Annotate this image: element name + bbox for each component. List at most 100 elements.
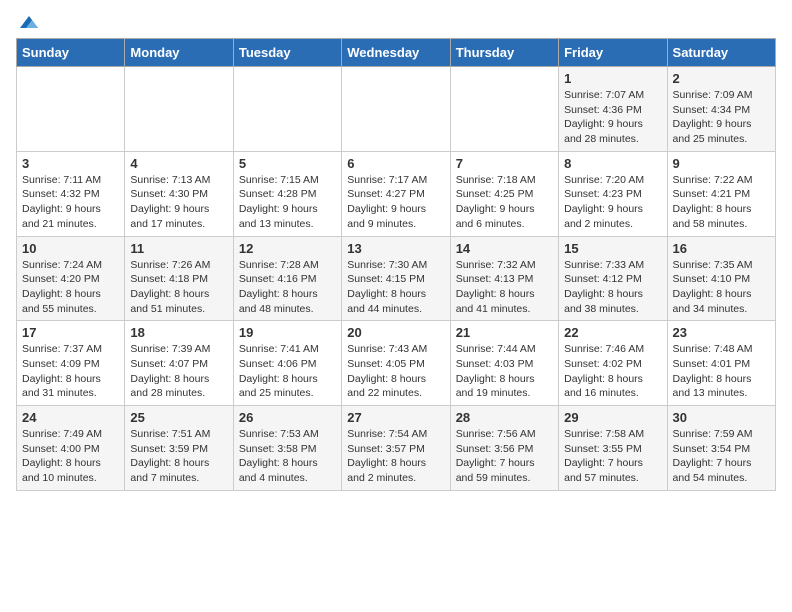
header-friday: Friday [559,39,667,67]
calendar-cell: 8 Sunrise: 7:20 AM Sunset: 4:23 PM Daylig… [559,151,667,236]
day-number: 3 [22,156,119,171]
day-info: Sunrise: 7:17 AM Sunset: 4:27 PM Dayligh… [347,173,444,232]
calendar-week-row: 24 Sunrise: 7:49 AM Sunset: 4:00 PM Dayli… [17,406,776,491]
day-info: Sunrise: 7:15 AM Sunset: 4:28 PM Dayligh… [239,173,336,232]
header [16,16,776,30]
logo [16,16,40,30]
calendar-week-row: 10Sunrise: 7:24 AM Sunset: 4:20 PM Dayli… [17,236,776,321]
day-info: Sunrise: 7:33 AM Sunset: 4:12 PM Dayligh… [564,258,661,317]
header-sunday: Sunday [17,39,125,67]
calendar-cell: 11 Sunrise: 7:26 AM Sunset: 4:18 PM Dayli… [125,236,233,321]
day-info: Sunrise: 7:39 AM Sunset: 4:07 PM Dayligh… [130,342,227,401]
day-info: Sunrise: 7:41 AM Sunset: 4:06 PM Dayligh… [239,342,336,401]
day-number: 13 [347,241,444,256]
calendar-cell: 23 Sunrise: 7:48 AM Sunset: 4:01 PM Dayli… [667,321,775,406]
header-saturday: Saturday [667,39,775,67]
calendar-cell: 28Sunrise: 7:56 AM Sunset: 3:56 PM Dayli… [450,406,558,491]
day-info: Sunrise: 7:28 AM Sunset: 4:16 PM Dayligh… [239,258,336,317]
calendar-week-row: 1 Sunrise: 7:07 AM Sunset: 4:36 PM Daylig… [17,67,776,152]
calendar-cell: 17Sunrise: 7:37 AM Sunset: 4:09 PM Dayli… [17,321,125,406]
day-number: 8 [564,156,661,171]
calendar-cell: 6 Sunrise: 7:17 AM Sunset: 4:27 PM Daylig… [342,151,450,236]
calendar-cell: 20 Sunrise: 7:43 AM Sunset: 4:05 PM Dayli… [342,321,450,406]
day-info: Sunrise: 7:07 AM Sunset: 4:36 PM Dayligh… [564,88,661,147]
day-number: 15 [564,241,661,256]
day-number: 25 [130,410,227,425]
day-info: Sunrise: 7:46 AM Sunset: 4:02 PM Dayligh… [564,342,661,401]
day-info: Sunrise: 7:32 AM Sunset: 4:13 PM Dayligh… [456,258,553,317]
calendar-cell: 10Sunrise: 7:24 AM Sunset: 4:20 PM Dayli… [17,236,125,321]
day-number: 27 [347,410,444,425]
day-number: 18 [130,325,227,340]
day-info: Sunrise: 7:51 AM Sunset: 3:59 PM Dayligh… [130,427,227,486]
calendar-cell: 4 Sunrise: 7:13 AM Sunset: 4:30 PM Daylig… [125,151,233,236]
calendar-week-row: 3 Sunrise: 7:11 AM Sunset: 4:32 PM Daylig… [17,151,776,236]
day-number: 4 [130,156,227,171]
header-wednesday: Wednesday [342,39,450,67]
calendar-cell: 21 Sunrise: 7:44 AM Sunset: 4:03 PM Dayli… [450,321,558,406]
day-number: 20 [347,325,444,340]
day-number: 1 [564,71,661,86]
day-number: 23 [673,325,770,340]
day-info: Sunrise: 7:13 AM Sunset: 4:30 PM Dayligh… [130,173,227,232]
day-number: 29 [564,410,661,425]
calendar-cell: 13 Sunrise: 7:30 AM Sunset: 4:15 PM Dayli… [342,236,450,321]
day-number: 22 [564,325,661,340]
calendar-cell: 27 Sunrise: 7:54 AM Sunset: 3:57 PM Dayli… [342,406,450,491]
calendar-cell: 7 Sunrise: 7:18 AM Sunset: 4:25 PM Daylig… [450,151,558,236]
calendar-cell [342,67,450,152]
header-tuesday: Tuesday [233,39,341,67]
calendar-cell: 30 Sunrise: 7:59 AM Sunset: 3:54 PM Dayli… [667,406,775,491]
calendar-cell: 18 Sunrise: 7:39 AM Sunset: 4:07 PM Dayli… [125,321,233,406]
calendar-cell: 2 Sunrise: 7:09 AM Sunset: 4:34 PM Daylig… [667,67,775,152]
day-info: Sunrise: 7:37 AM Sunset: 4:09 PM Dayligh… [22,342,119,401]
day-number: 6 [347,156,444,171]
calendar-cell [233,67,341,152]
calendar-week-row: 17Sunrise: 7:37 AM Sunset: 4:09 PM Dayli… [17,321,776,406]
calendar-cell: 9 Sunrise: 7:22 AM Sunset: 4:21 PM Daylig… [667,151,775,236]
day-info: Sunrise: 7:11 AM Sunset: 4:32 PM Dayligh… [22,173,119,232]
calendar-cell: 3 Sunrise: 7:11 AM Sunset: 4:32 PM Daylig… [17,151,125,236]
header-monday: Monday [125,39,233,67]
calendar-cell: 29 Sunrise: 7:58 AM Sunset: 3:55 PM Dayli… [559,406,667,491]
calendar-cell: 19 Sunrise: 7:41 AM Sunset: 4:06 PM Dayli… [233,321,341,406]
day-number: 9 [673,156,770,171]
header-thursday: Thursday [450,39,558,67]
calendar-cell [450,67,558,152]
day-number: 2 [673,71,770,86]
calendar-cell: 5 Sunrise: 7:15 AM Sunset: 4:28 PM Daylig… [233,151,341,236]
calendar-cell: 22 Sunrise: 7:46 AM Sunset: 4:02 PM Dayli… [559,321,667,406]
day-info: Sunrise: 7:58 AM Sunset: 3:55 PM Dayligh… [564,427,661,486]
day-info: Sunrise: 7:20 AM Sunset: 4:23 PM Dayligh… [564,173,661,232]
day-info: Sunrise: 7:54 AM Sunset: 3:57 PM Dayligh… [347,427,444,486]
day-info: Sunrise: 7:35 AM Sunset: 4:10 PM Dayligh… [673,258,770,317]
day-number: 12 [239,241,336,256]
day-info: Sunrise: 7:26 AM Sunset: 4:18 PM Dayligh… [130,258,227,317]
day-info: Sunrise: 7:43 AM Sunset: 4:05 PM Dayligh… [347,342,444,401]
calendar-table: SundayMondayTuesdayWednesdayThursdayFrid… [16,38,776,491]
day-info: Sunrise: 7:56 AM Sunset: 3:56 PM Dayligh… [456,427,553,486]
day-number: 5 [239,156,336,171]
day-number: 30 [673,410,770,425]
day-number: 11 [130,241,227,256]
day-info: Sunrise: 7:49 AM Sunset: 4:00 PM Dayligh… [22,427,119,486]
day-number: 7 [456,156,553,171]
calendar-cell: 15 Sunrise: 7:33 AM Sunset: 4:12 PM Dayli… [559,236,667,321]
calendar-cell [125,67,233,152]
day-number: 24 [22,410,119,425]
day-info: Sunrise: 7:22 AM Sunset: 4:21 PM Dayligh… [673,173,770,232]
calendar-cell: 1 Sunrise: 7:07 AM Sunset: 4:36 PM Daylig… [559,67,667,152]
calendar-cell: 14 Sunrise: 7:32 AM Sunset: 4:13 PM Dayli… [450,236,558,321]
day-number: 21 [456,325,553,340]
day-info: Sunrise: 7:53 AM Sunset: 3:58 PM Dayligh… [239,427,336,486]
calendar-cell [17,67,125,152]
calendar-cell: 12 Sunrise: 7:28 AM Sunset: 4:16 PM Dayli… [233,236,341,321]
day-info: Sunrise: 7:09 AM Sunset: 4:34 PM Dayligh… [673,88,770,147]
day-info: Sunrise: 7:30 AM Sunset: 4:15 PM Dayligh… [347,258,444,317]
day-info: Sunrise: 7:18 AM Sunset: 4:25 PM Dayligh… [456,173,553,232]
day-number: 19 [239,325,336,340]
day-info: Sunrise: 7:44 AM Sunset: 4:03 PM Dayligh… [456,342,553,401]
day-number: 14 [456,241,553,256]
day-info: Sunrise: 7:48 AM Sunset: 4:01 PM Dayligh… [673,342,770,401]
day-info: Sunrise: 7:59 AM Sunset: 3:54 PM Dayligh… [673,427,770,486]
